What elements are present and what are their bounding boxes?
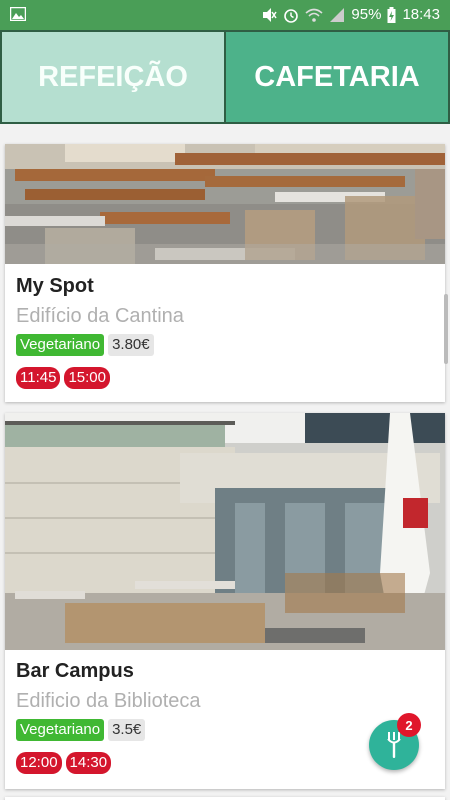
- tab-refeicao[interactable]: REFEIÇÃO: [0, 30, 225, 124]
- wifi-icon: [305, 8, 323, 22]
- time-row: 11:45 15:00: [16, 367, 110, 389]
- gallery-icon: [10, 7, 26, 21]
- tag-row: Vegetariano 3.5€: [16, 719, 146, 741]
- tab-bar: REFEIÇÃO CAFETARIA: [0, 30, 450, 124]
- scrollbar[interactable]: [444, 294, 448, 364]
- cafeteria-list[interactable]: My Spot Edifício da Cantina Vegetariano …: [0, 124, 450, 800]
- battery-icon: [387, 6, 396, 23]
- place-card[interactable]: My Spot Edifício da Cantina Vegetariano …: [5, 144, 445, 402]
- status-bar: 95% 18:43: [0, 0, 450, 30]
- price-badge: 3.5€: [108, 719, 146, 741]
- clock: 18:43: [402, 6, 440, 23]
- signal-icon: [330, 7, 345, 22]
- vegetarian-badge: Vegetariano: [16, 719, 105, 741]
- opening-time: 12:00: [16, 752, 62, 774]
- closing-time: 14:30: [65, 752, 112, 774]
- price-badge: 3.80€: [108, 334, 154, 356]
- mute-icon: [263, 7, 278, 22]
- tag-row: Vegetariano 3.80€: [16, 334, 154, 356]
- battery-percent: 95%: [351, 6, 382, 23]
- opening-time: 11:45: [16, 367, 61, 389]
- place-location: Edifício da Cantina: [16, 305, 184, 327]
- place-photo: [5, 413, 445, 650]
- tab-cafetaria[interactable]: CAFETARIA: [225, 30, 450, 124]
- notification-badge: 2: [397, 713, 421, 737]
- place-location: Edificio da Biblioteca: [16, 690, 201, 712]
- place-name: My Spot: [16, 275, 94, 297]
- vegetarian-badge: Vegetariano: [16, 334, 105, 356]
- time-row: 12:00 14:30: [16, 752, 112, 774]
- alarm-icon: [284, 8, 299, 23]
- place-photo: [5, 144, 445, 264]
- closing-time: 15:00: [64, 367, 110, 389]
- place-name: Bar Campus: [16, 660, 134, 682]
